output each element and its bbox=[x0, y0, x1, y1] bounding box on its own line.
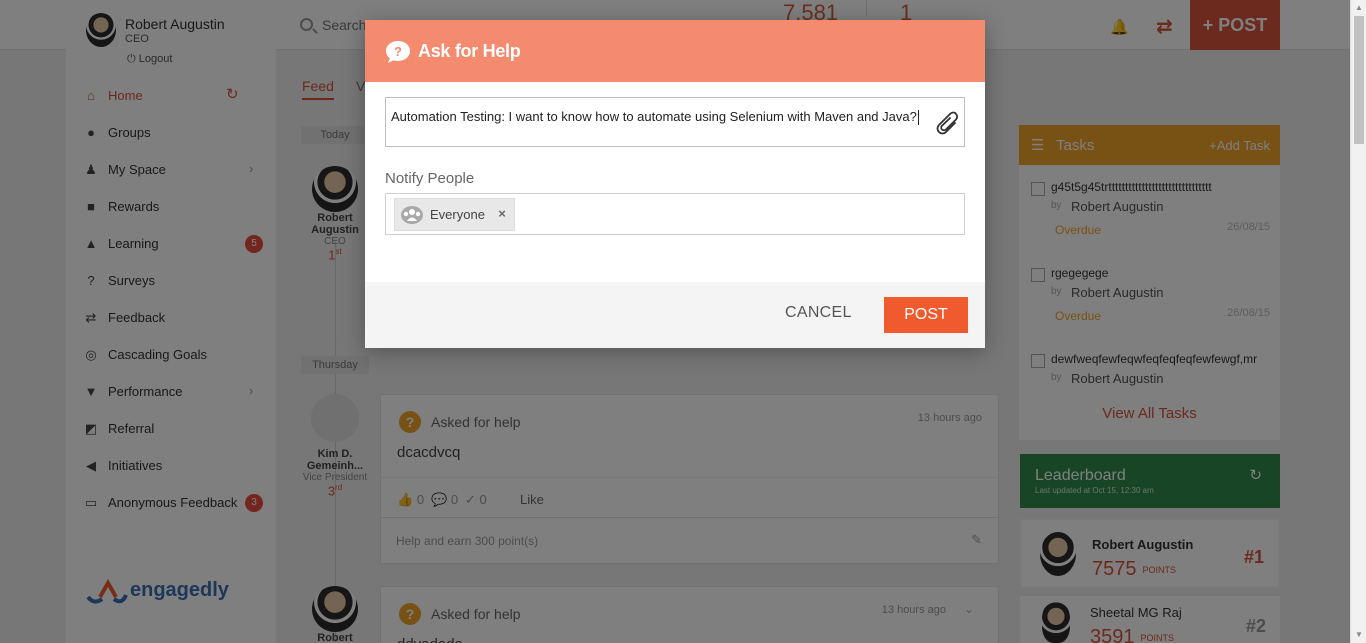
help-bubble-icon: ? bbox=[386, 41, 410, 63]
notify-people-field[interactable]: Everyone × bbox=[385, 193, 965, 235]
ask-for-help-modal: ? Ask for Help Automation Testing: I wan… bbox=[365, 20, 985, 348]
svg-text:?: ? bbox=[394, 44, 402, 59]
question-text[interactable]: Automation Testing: I want to know how t… bbox=[391, 109, 919, 126]
question-input[interactable]: Automation Testing: I want to know how t… bbox=[385, 97, 965, 147]
post-button[interactable]: POST bbox=[884, 297, 968, 333]
notify-people-label: Notify People bbox=[385, 170, 475, 187]
text-cursor bbox=[917, 110, 919, 126]
paperclip-icon[interactable] bbox=[930, 108, 960, 138]
cancel-button[interactable]: CANCEL bbox=[785, 304, 852, 322]
modal-title: Ask for Help bbox=[418, 41, 521, 61]
scroll-thumb[interactable] bbox=[1354, 16, 1364, 144]
modal-header: ? Ask for Help bbox=[365, 20, 985, 82]
page-scrollbar[interactable]: ▲ ▼ bbox=[1350, 0, 1366, 643]
scroll-up-arrow-icon[interactable]: ▲ bbox=[1351, 0, 1366, 16]
chip-label: Everyone bbox=[430, 207, 485, 222]
recipient-chip-everyone: Everyone × bbox=[394, 198, 515, 231]
scroll-down-arrow-icon[interactable]: ▼ bbox=[1351, 627, 1366, 643]
modal-footer: CANCEL POST bbox=[365, 282, 985, 348]
chip-remove-icon[interactable]: × bbox=[495, 206, 509, 222]
group-icon bbox=[401, 206, 423, 224]
